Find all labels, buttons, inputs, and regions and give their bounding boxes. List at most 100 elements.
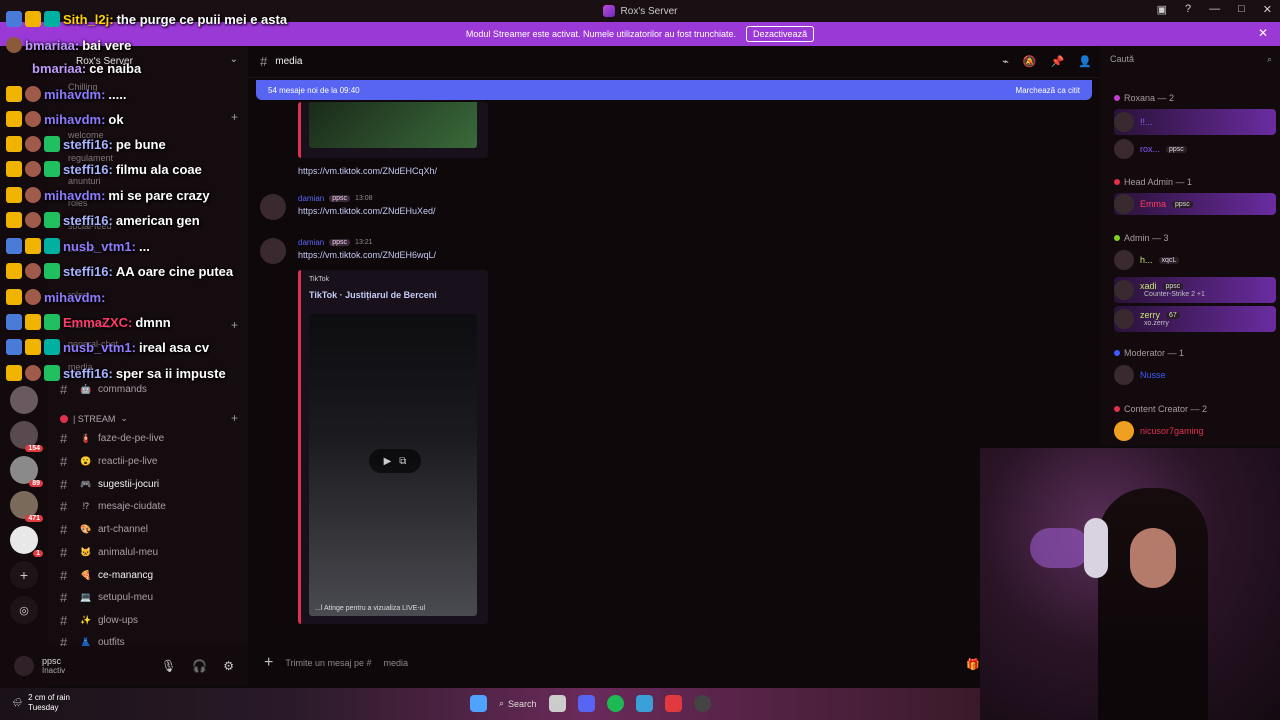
channel-dim[interactable]: social-feed xyxy=(68,221,112,231)
channel-faze-de-pe-live[interactable]: # 🧯 faze-de-pe-live xyxy=(60,429,164,447)
server-icon xyxy=(602,5,615,17)
inbox-icon[interactable]: ▣ xyxy=(1157,3,1167,16)
member-item[interactable]: Nusse xyxy=(1114,364,1276,386)
member-item[interactable]: !!... xyxy=(1114,109,1276,135)
message-author[interactable]: damian xyxy=(298,194,324,203)
channel-setupul-meu[interactable]: # 💻 setupul-meu xyxy=(60,588,153,606)
hash-icon: # xyxy=(60,476,68,492)
edge-icon[interactable] xyxy=(635,695,653,712)
member-item[interactable]: h... xqcL xyxy=(1114,249,1276,271)
weather-widget[interactable]: 🌧 2 cm of rain Tuesday xyxy=(12,693,70,713)
notifications-muted-icon[interactable]: 🔕 xyxy=(1023,55,1037,68)
discover-icon[interactable]: ◎ xyxy=(10,596,38,624)
file-explorer-icon[interactable] xyxy=(548,695,566,712)
app-icon[interactable] xyxy=(664,695,682,712)
mention-badge: 471 xyxy=(25,515,43,522)
message-link[interactable]: https://vm.tiktok.com/ZNdEH6wqL/ xyxy=(298,250,436,260)
member-name: Emma xyxy=(1140,199,1167,209)
member-item[interactable]: nicusor7gaming xyxy=(1114,420,1276,442)
microphone-icon[interactable]: 🎙 xyxy=(161,659,176,673)
channel-dim[interactable]: welcome xyxy=(68,130,104,140)
search-input[interactable]: Caută ⌕ xyxy=(1110,54,1272,70)
channel-dim[interactable]: socials xyxy=(68,244,96,254)
channel-dim[interactable]: roles xyxy=(68,290,88,300)
play-icon: ▶ xyxy=(383,455,392,467)
close-window-button[interactable]: ✕ xyxy=(1263,3,1272,16)
channel-glow-ups[interactable]: # ✨ glow-ups xyxy=(60,611,138,629)
message-composer[interactable]: + Trimite un mesaj pe # media xyxy=(256,650,992,676)
video-thumbnail[interactable]: ▶ ⧉ ...l Atinge pentru a vizualiza LIVE-u… xyxy=(309,314,477,616)
avatar[interactable] xyxy=(14,656,34,676)
obs-icon[interactable] xyxy=(693,695,711,712)
spotify-icon[interactable] xyxy=(606,695,624,712)
server-icon-cat[interactable] xyxy=(10,386,38,414)
chevron-down-icon[interactable]: ⌄ xyxy=(230,54,238,65)
channel-dim[interactable]: media xyxy=(68,362,93,372)
server-list: 154 89 471 1 + ◎ xyxy=(0,46,48,688)
role-title: Roxana — 2 xyxy=(1124,93,1175,103)
channel-commands[interactable]: # 🤖 commands xyxy=(60,380,147,398)
minimize-button[interactable]: — xyxy=(1209,3,1220,16)
message-link[interactable]: https://vm.tiktok.com/ZNdEHCqXh/ xyxy=(298,166,437,176)
server-name[interactable]: Rox's Server xyxy=(76,56,133,67)
server-icon-3[interactable]: 89 xyxy=(10,456,43,487)
members-icon[interactable]: 👤 xyxy=(1078,55,1092,68)
channel-ce-manancg[interactable]: # 🍕 ce-manancg xyxy=(60,566,153,584)
member-name: rox... xyxy=(1140,144,1161,154)
pin-icon[interactable]: 📌 xyxy=(1051,55,1065,68)
server-icon-4[interactable]: 471 xyxy=(10,491,43,522)
add-attachment-icon[interactable]: + xyxy=(264,654,273,672)
member-item[interactable]: rox... ppsc xyxy=(1114,138,1276,160)
thumbnail-image[interactable] xyxy=(309,102,477,148)
avatar[interactable] xyxy=(260,194,286,220)
hash-icon: # xyxy=(60,567,68,583)
channel-reactii-pe-live[interactable]: # 😮 reactii-pe-live xyxy=(60,452,157,470)
tiktok-embed: TikTok TikTok · Justițiarul de Berceni ▶… xyxy=(298,270,488,624)
channel-art-channel[interactable]: # 🎨 art-channel xyxy=(60,520,148,538)
deactivate-streamer-button[interactable]: Dezactivează xyxy=(746,26,815,42)
category-stream[interactable]: | STREAM ⌄ xyxy=(60,413,128,424)
avatar[interactable] xyxy=(260,238,286,264)
category-label: | STREAM xyxy=(73,413,116,424)
message-author[interactable]: damian xyxy=(298,238,324,247)
add-server-icon[interactable]: + xyxy=(10,561,38,589)
message-time: 13:08 xyxy=(355,195,373,202)
channel-dim[interactable]: anunturi xyxy=(68,176,101,186)
mark-read-button[interactable]: Marchează ca citit xyxy=(1016,86,1080,95)
add-channel-icon[interactable]: + xyxy=(231,318,238,332)
message-link[interactable]: https://vm.tiktok.com/ZNdEHuXed/ xyxy=(298,206,436,216)
discord-icon[interactable] xyxy=(577,695,595,712)
channel-mesaje-ciudate[interactable]: # ⁉ mesaje-ciudate xyxy=(60,497,166,515)
add-channel-icon[interactable]: + xyxy=(231,411,238,425)
start-icon[interactable] xyxy=(470,695,487,712)
member-item[interactable]: zerry 67 xo.zerry xyxy=(1114,306,1276,332)
channel-animalul-meu[interactable]: # 🐱 animalul-meu xyxy=(60,543,158,561)
channel-dim[interactable]: regulament xyxy=(68,153,113,163)
channel-dim[interactable]: general-chat xyxy=(68,339,118,349)
channel-sugestii-jocuri[interactable]: # 🎮 sugestii-jocuri xyxy=(60,475,159,493)
channel-sidebar: Rox's Server ⌄ Chilling welcome regulame… xyxy=(48,46,248,646)
play-button[interactable]: ▶ ⧉ xyxy=(369,449,421,473)
member-item[interactable]: Emma ppsc xyxy=(1114,193,1276,215)
taskbar-search[interactable]: ⌕ Search xyxy=(499,698,537,709)
member-item[interactable]: xadi ppsc Counter-Strike 2 +1 xyxy=(1114,277,1276,303)
help-icon[interactable]: ? xyxy=(1185,3,1191,16)
maximize-button[interactable]: □ xyxy=(1238,3,1245,16)
message-header: damian ppsc 13:08 xyxy=(298,194,373,203)
close-banner-icon[interactable]: ✕ xyxy=(1258,26,1268,40)
new-messages-bar[interactable]: 54 mesaje noi de la 09:40 Marchează ca c… xyxy=(256,80,1092,100)
user-info[interactable]: ppsc Inactiv xyxy=(42,656,65,676)
category-general[interactable]: GENERAL xyxy=(68,320,111,330)
channel-dim[interactable]: roles xyxy=(68,198,88,208)
add-channel-icon[interactable]: + xyxy=(231,110,238,124)
embed-title[interactable]: TikTok · Justițiarul de Berceni xyxy=(309,290,437,300)
server-icon-5[interactable]: 1 xyxy=(10,526,43,557)
gift-icon[interactable]: 🎁 xyxy=(966,658,980,671)
channel-outfits[interactable]: # 👗 outfits xyxy=(60,633,125,647)
server-icon-2[interactable]: 154 xyxy=(10,421,43,452)
gear-icon[interactable]: ⚙ xyxy=(223,659,234,673)
member-tag: ppsc xyxy=(1166,145,1187,153)
threads-icon[interactable]: ⌁ xyxy=(1002,55,1009,68)
headphones-icon[interactable]: 🎧 xyxy=(192,659,207,673)
channel-dim[interactable]: Chilling xyxy=(68,82,98,92)
